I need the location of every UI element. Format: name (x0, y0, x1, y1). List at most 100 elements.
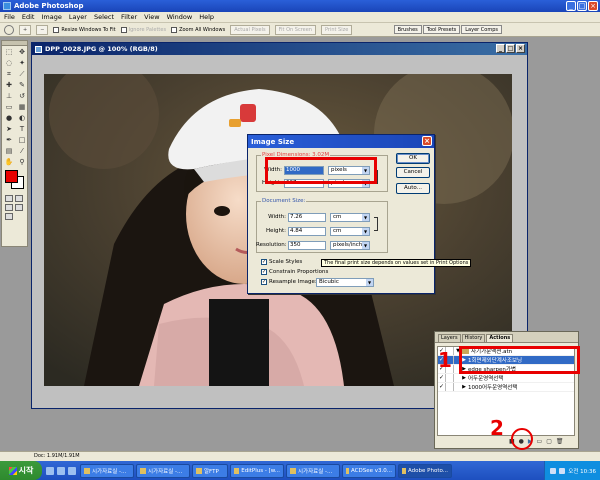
history-brush-icon[interactable]: ↺ (16, 91, 28, 101)
action-toggle-checkbox[interactable]: ✓ (438, 374, 446, 382)
shape-tool-icon[interactable]: □ (16, 135, 28, 145)
width-unit-select[interactable]: pixels ▼ (328, 166, 370, 175)
doc-maximize-button[interactable]: □ (506, 44, 515, 53)
task-button[interactable]: 시가자료실 -... (286, 463, 340, 478)
network-icon[interactable] (550, 467, 557, 474)
close-button[interactable]: × (588, 1, 598, 11)
menu-file[interactable]: File (4, 13, 15, 21)
media-icon[interactable] (68, 466, 76, 475)
marquee-tool-icon[interactable]: ⬚ (3, 47, 15, 57)
path-selection-icon[interactable]: ➤ (3, 124, 15, 134)
task-button[interactable]: Adobe Photo... (398, 463, 452, 478)
menu-view[interactable]: View (144, 13, 159, 21)
blur-tool-icon[interactable]: ● (3, 113, 15, 123)
height-unit-select[interactable]: pixels ▼ (328, 179, 370, 188)
start-button[interactable]: 시작 (0, 461, 42, 480)
foreground-color-swatch[interactable] (5, 170, 18, 183)
task-button[interactable]: EditPlus - [w... (230, 463, 284, 478)
doc-minimize-button[interactable]: _ (496, 44, 505, 53)
resolution-field[interactable]: 350 (288, 241, 326, 250)
crop-tool-icon[interactable]: ⌗ (3, 69, 15, 79)
move-tool-icon[interactable]: ✥ (16, 47, 28, 57)
doc-height-unit-select[interactable]: cm ▼ (330, 227, 370, 236)
task-button[interactable]: 시가자료실 -... (136, 463, 190, 478)
ignore-palettes-checkbox[interactable]: Ignore Palettes (120, 26, 166, 33)
notes-tool-icon[interactable]: ▤ (3, 146, 15, 156)
scale-styles-checkbox[interactable]: ✓ Scale Styles (261, 259, 302, 265)
menu-layer[interactable]: Layer (69, 13, 87, 21)
print-size-button[interactable]: Print Size (320, 24, 353, 35)
brush-tool-icon[interactable]: ✎ (16, 80, 28, 90)
expand-triangle-icon[interactable]: ▼ (454, 348, 462, 354)
cancel-button[interactable]: Cancel (396, 167, 430, 178)
well-tool-presets[interactable]: Tool Presets (422, 25, 461, 34)
desktop-icon[interactable] (57, 466, 65, 475)
expand-triangle-icon[interactable]: ▶ (454, 375, 468, 381)
eyedropper-icon[interactable]: ⁄ (16, 146, 28, 156)
doc-close-button[interactable]: × (516, 44, 525, 53)
expand-triangle-icon[interactable]: ▶ (454, 366, 468, 372)
quick-mask-icon[interactable] (15, 195, 23, 202)
constrain-proportions-checkbox[interactable]: ✓ Constrain Proportions (261, 269, 328, 275)
expand-triangle-icon[interactable]: ▶ (454, 384, 468, 390)
menu-edit[interactable]: Edit (22, 13, 35, 21)
healing-brush-icon[interactable]: ✚ (3, 80, 15, 90)
list-item[interactable]: ✓ ▶ 1회면제외단계사조보닝 (438, 356, 574, 365)
dialog-titlebar[interactable]: Image Size × (248, 135, 434, 148)
tab-layers[interactable]: Layers (438, 334, 461, 342)
volume-icon[interactable] (559, 467, 566, 474)
document-titlebar[interactable]: DPP_0028.JPG @ 100% (RGB/8) _ □ × (32, 43, 527, 55)
auto-button[interactable]: Auto... (396, 183, 430, 194)
well-layer-comps[interactable]: Layer Comps (461, 25, 502, 34)
tab-actions[interactable]: Actions (486, 334, 514, 342)
fit-on-screen-button[interactable]: Fit On Screen (274, 24, 316, 35)
zoom-in-button[interactable]: + (19, 24, 32, 35)
eraser-tool-icon[interactable]: ▭ (3, 102, 15, 112)
dialog-toggle[interactable] (446, 383, 454, 391)
list-item[interactable]: ✓ ▶ 어두운영역선택 (438, 374, 574, 383)
zoom-all-checkbox[interactable]: Zoom All Windows (171, 26, 225, 33)
clone-stamp-icon[interactable]: ⊥ (3, 91, 15, 101)
doc-height-field[interactable]: 4.84 (288, 227, 326, 236)
width-field[interactable]: 1000 (284, 166, 324, 175)
zoom-out-button[interactable]: − (36, 24, 49, 35)
pen-tool-icon[interactable]: ✒ (3, 135, 15, 145)
minimize-button[interactable]: _ (566, 1, 576, 11)
zoom-tool-small-icon[interactable]: ⚲ (16, 157, 28, 167)
menu-image[interactable]: Image (41, 13, 61, 21)
screen-mode-standard-icon[interactable] (5, 204, 13, 211)
screen-mode-full-icon[interactable] (15, 204, 23, 211)
dialog-toggle[interactable] (446, 374, 454, 382)
standard-mode-icon[interactable] (5, 195, 13, 202)
menu-filter[interactable]: Filter (121, 13, 137, 21)
list-item[interactable]: ✓ ▶ edge sharpen가볍 (438, 365, 574, 374)
task-button[interactable]: ACDSee v3.0... (342, 463, 396, 478)
doc-width-field[interactable]: 7.26 (288, 213, 326, 222)
trash-icon[interactable]: 🗑 (556, 438, 564, 445)
new-set-icon[interactable]: ▭ (537, 438, 543, 445)
expand-triangle-icon[interactable]: ▶ (454, 357, 468, 363)
resolution-unit-select[interactable]: pixels/inch ▼ (330, 241, 370, 250)
resample-image-checkbox[interactable]: ✓ Resample Image: (261, 279, 317, 285)
well-brushes[interactable]: Brushes (393, 25, 422, 34)
menu-select[interactable]: Select (94, 13, 114, 21)
new-action-icon[interactable]: ▢ (546, 438, 552, 445)
magic-wand-icon[interactable]: ✦ (16, 58, 28, 68)
task-button[interactable]: 시가자료실 -... (80, 463, 134, 478)
jump-to-imageready-icon[interactable] (5, 213, 13, 220)
doc-width-unit-select[interactable]: cm ▼ (330, 213, 370, 222)
height-field[interactable]: 667 (284, 179, 324, 188)
dodge-tool-icon[interactable]: ◐ (16, 113, 28, 123)
menu-help[interactable]: Help (199, 13, 214, 21)
zoom-tool-icon[interactable] (4, 24, 14, 35)
lasso-tool-icon[interactable]: ◌ (3, 58, 15, 68)
task-button[interactable]: 알FTP (192, 463, 228, 478)
type-tool-icon[interactable]: T (16, 124, 28, 134)
list-item[interactable]: ✓ ▼ 사기가문액션.atn (438, 347, 574, 356)
resize-windows-checkbox[interactable]: Resize Windows To Fit (53, 26, 116, 33)
gradient-tool-icon[interactable]: ▦ (16, 102, 28, 112)
maximize-button[interactable]: □ (577, 1, 587, 11)
slice-tool-icon[interactable]: ⟋ (16, 69, 28, 79)
resample-method-select[interactable]: Bicubic ▼ (316, 278, 374, 287)
ok-button[interactable]: OK (396, 153, 430, 164)
